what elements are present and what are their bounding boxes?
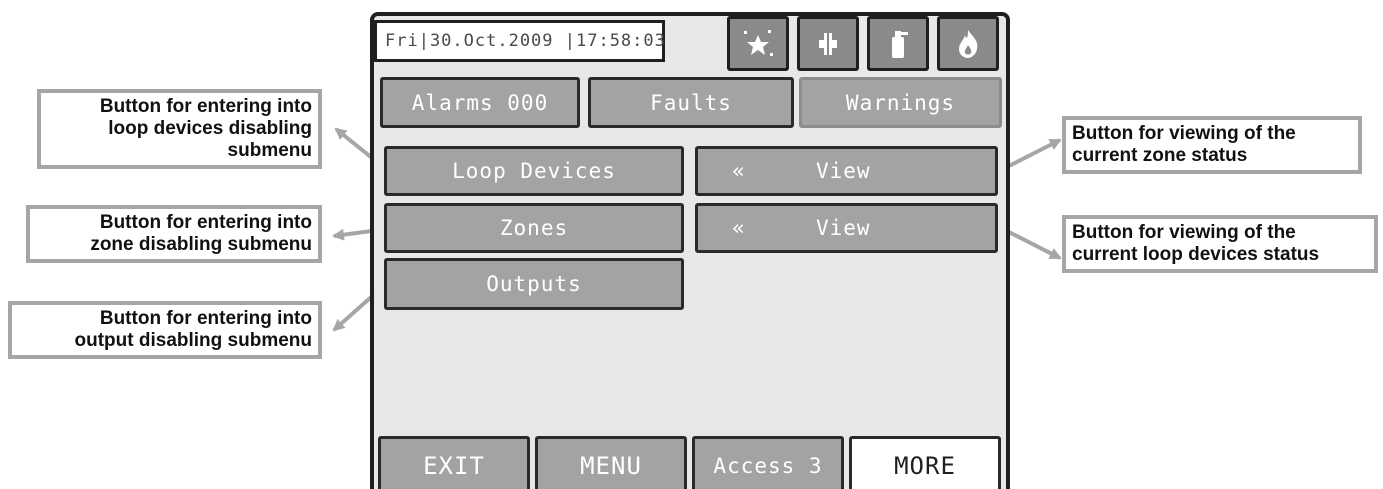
sparkle-star-glyph (744, 29, 773, 56)
chevron-left-icon: « (732, 216, 746, 240)
callout-line: submenu (227, 140, 312, 161)
datetime-display: Fri|30.Oct.2009 |17:58:03 (374, 20, 665, 62)
callout-zones: Button for entering into zone disabling … (26, 205, 322, 263)
chevron-left-icon: « (732, 159, 746, 183)
callout-line: current loop devices status (1072, 244, 1320, 265)
loop-devices-button[interactable]: Loop Devices (384, 146, 684, 196)
callout-line: zone disabling submenu (90, 234, 312, 255)
callout-line: loop devices disabling (108, 118, 312, 139)
sparkle-star-icon[interactable] (727, 16, 789, 71)
extinguisher-glyph (892, 30, 908, 58)
fire-glyph (959, 29, 978, 58)
zones-button[interactable]: Zones (384, 203, 684, 253)
outputs-button[interactable]: Outputs (384, 258, 684, 310)
alarms-tab[interactable]: Alarms 000 (380, 77, 580, 128)
callout-zone-view: Button for viewing of the current zone s… (1062, 116, 1362, 174)
speaker-glyph (819, 30, 837, 57)
callout-loop-devices: Button for entering into loop devices di… (37, 89, 322, 169)
warnings-tab[interactable]: Warnings (799, 77, 1002, 128)
callout-loop-view: Button for viewing of the current loop d… (1062, 215, 1378, 273)
fire-icon[interactable] (937, 16, 999, 71)
loop-view-label: View (816, 216, 871, 240)
callout-line: Button for viewing of the (1072, 222, 1296, 243)
callout-line: Button for entering into (99, 96, 312, 117)
loop-view-button[interactable]: « View (695, 203, 998, 253)
access-level-button[interactable]: Access 3 (692, 436, 844, 489)
exit-button[interactable]: EXIT (378, 436, 530, 489)
extinguisher-icon[interactable] (867, 16, 929, 71)
menu-button[interactable]: MENU (535, 436, 687, 489)
callout-outputs: Button for entering into output disablin… (8, 301, 322, 359)
more-button[interactable]: MORE (849, 436, 1001, 489)
zone-view-button[interactable]: « View (695, 146, 998, 196)
zone-view-label: View (816, 159, 871, 183)
callout-line: Button for viewing of the (1072, 123, 1296, 144)
callout-line: Button for entering into (99, 212, 312, 233)
faults-tab[interactable]: Faults (588, 77, 794, 128)
speaker-icon[interactable] (797, 16, 859, 71)
callout-line: Button for entering into (99, 308, 312, 329)
callout-line: current zone status (1072, 145, 1248, 166)
callout-line: output disabling submenu (74, 330, 312, 351)
